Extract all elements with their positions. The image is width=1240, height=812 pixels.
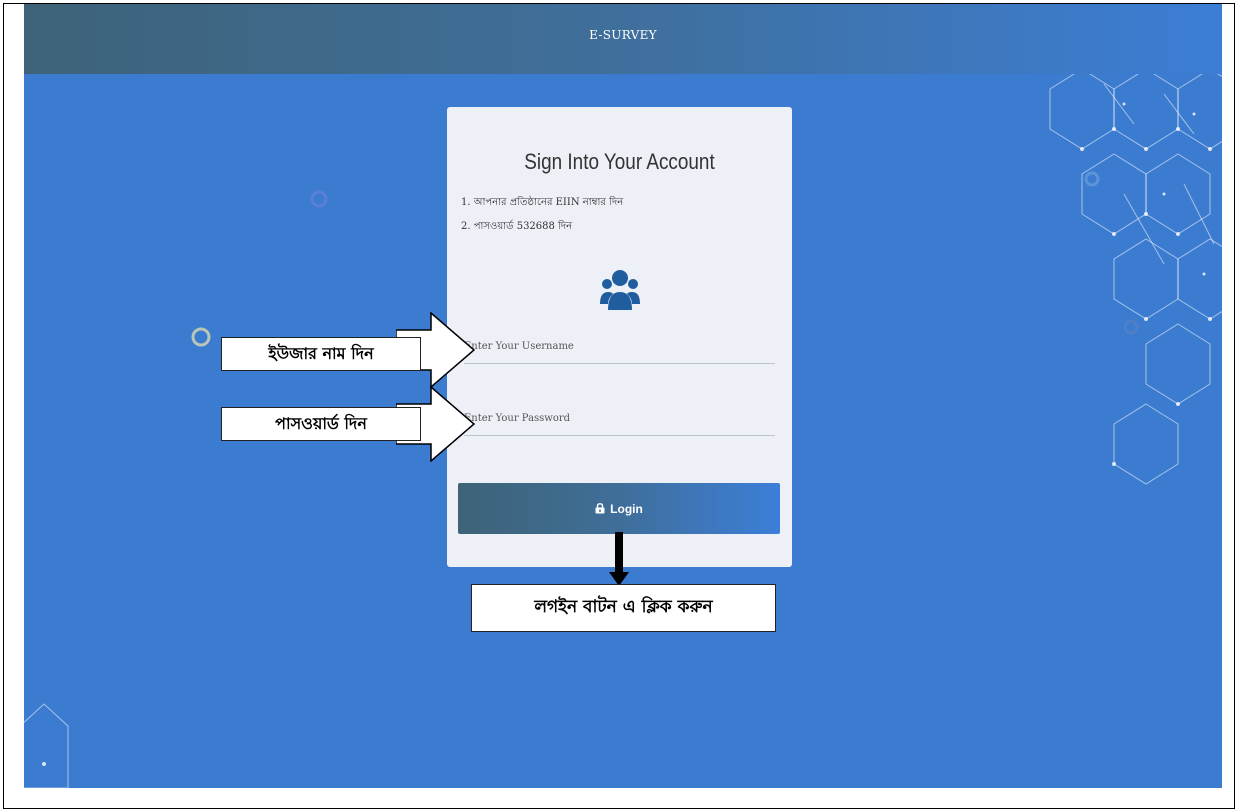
login-callout: লগইন বাটন এ ক্লিক করুন <box>471 584 776 632</box>
login-button[interactable]: Login <box>458 483 780 534</box>
login-title: Sign Into Your Account <box>524 149 715 174</box>
username-callout: ইউজার নাম দিন <box>221 337 421 371</box>
app-screen: E-SURVEY Sign Into Your Account 1. আপনার… <box>24 4 1222 788</box>
password-field[interactable] <box>464 401 775 439</box>
top-navbar: E-SURVEY <box>24 4 1222 74</box>
login-arrow <box>609 532 629 586</box>
login-card: Sign Into Your Account 1. আপনার প্রতিষ্ঠ… <box>447 107 792 567</box>
password-input[interactable] <box>464 401 775 439</box>
password-callout: পাসওয়ার্ড দিন <box>221 407 421 441</box>
document-frame: E-SURVEY Sign Into Your Account 1. আপনার… <box>3 3 1235 809</box>
instruction-step-1: 1. আপনার প্রতিষ্ঠানের EIIN নাম্বার দিন <box>461 197 624 208</box>
users-icon <box>600 270 640 310</box>
app-title: E-SURVEY <box>589 28 657 42</box>
lock-icon <box>595 503 605 514</box>
login-button-label: Login <box>610 501 643 516</box>
instruction-step-2: 2. পাসওয়ার্ড 532688 দিন <box>461 221 573 232</box>
username-input[interactable] <box>464 329 775 367</box>
username-field[interactable] <box>464 329 775 367</box>
